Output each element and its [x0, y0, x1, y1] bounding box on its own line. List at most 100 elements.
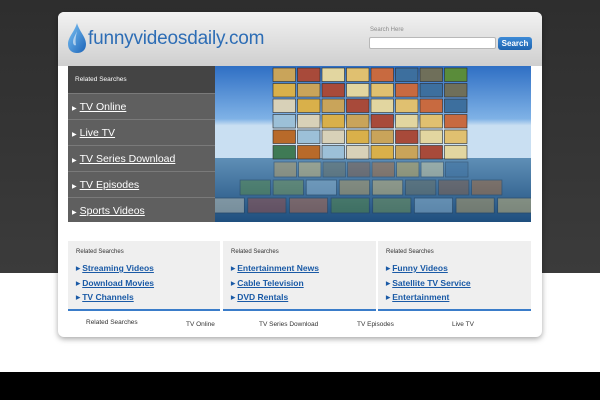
- hero-link-tv-online[interactable]: ▶ TV Online: [68, 93, 215, 119]
- reflection-tile: [497, 197, 531, 214]
- video-thumbnail: [321, 83, 345, 98]
- arrow-bullet-icon: ▶: [231, 295, 236, 301]
- reflection-tile: [215, 197, 245, 214]
- hero-link-tv-episodes[interactable]: ▶ TV Episodes: [68, 171, 215, 197]
- hero-section-title: Related Searches: [68, 66, 215, 93]
- video-thumbnail: [444, 98, 468, 113]
- link-label: Entertainment News: [237, 263, 319, 273]
- link-dvd-rentals[interactable]: ▶ DVD Rentals: [231, 290, 376, 305]
- search-input[interactable]: [369, 37, 496, 49]
- hero-link-live-tv[interactable]: ▶ Live TV: [68, 119, 215, 145]
- reflection-tile: [413, 197, 454, 214]
- arrow-bullet-icon: ▶: [386, 266, 391, 272]
- reflection-tile: [420, 161, 444, 178]
- reflection-tile: [455, 197, 495, 214]
- link-label: Cable Television: [237, 277, 304, 288]
- related-column-3: Related Searches ▶ Funny Videos ▶ Satellit…: [378, 241, 531, 311]
- video-thumbnail: [346, 114, 370, 129]
- hero-link-tv-series-download[interactable]: ▶ TV Series Download: [68, 145, 215, 171]
- video-thumbnail: [297, 67, 321, 82]
- video-thumbnail: [297, 98, 321, 113]
- reflection-tile: [347, 161, 371, 178]
- video-thumbnail: [370, 67, 394, 82]
- reflection-tile: [371, 179, 404, 196]
- video-thumbnail: [395, 67, 419, 82]
- video-thumbnail: [419, 83, 443, 98]
- link-tv-channels[interactable]: ▶ TV Channels: [76, 290, 220, 305]
- bottom-bar: [0, 372, 600, 400]
- reflection-tile: [247, 197, 287, 214]
- video-thumbnail: [419, 67, 443, 82]
- video-thumbnail: [321, 129, 345, 144]
- arrow-bullet-icon: ▶: [72, 184, 77, 190]
- video-thumbnail: [370, 98, 394, 113]
- video-thumbnail: [321, 67, 345, 82]
- search-label: Search Here: [370, 27, 404, 33]
- footer-link-live-tv[interactable]: Live TV: [452, 321, 474, 328]
- video-thumbnail: [346, 98, 370, 113]
- arrow-bullet-icon: ▶: [76, 280, 81, 287]
- video-thumbnail: [444, 145, 468, 160]
- reflection-tile: [338, 179, 371, 196]
- arrow-bullet-icon: ▶: [72, 158, 77, 164]
- reflection-tile: [289, 197, 329, 214]
- column-title: Related Searches: [231, 249, 279, 255]
- video-thumbnail: [272, 83, 296, 98]
- link-label: TV Channels: [82, 292, 134, 302]
- link-label: Satellite TV Service: [392, 277, 471, 288]
- link-label: Entertainment: [392, 292, 450, 302]
- reflection-tile: [445, 161, 469, 178]
- video-thumbnail: [419, 98, 443, 113]
- arrow-bullet-icon: ▶: [72, 132, 77, 138]
- link-download-movies[interactable]: ▶ Download Movies: [76, 276, 220, 291]
- video-thumbnail: [297, 114, 321, 129]
- link-funny-videos[interactable]: ▶ Funny Videos: [386, 261, 531, 276]
- reflection-tile: [322, 161, 346, 178]
- video-thumbnail: [272, 114, 296, 129]
- link-entertainment[interactable]: ▶ Entertainment: [386, 290, 531, 305]
- video-thumbnail: [395, 114, 419, 129]
- footer-link-tv-episodes[interactable]: TV Episodes: [357, 321, 394, 328]
- arrow-bullet-icon: ▶: [386, 280, 391, 287]
- video-thumbnail: [444, 129, 468, 144]
- column-title: Related Searches: [386, 249, 434, 255]
- arrow-bullet-icon: ▶: [76, 266, 81, 272]
- video-thumbnail: [346, 129, 370, 144]
- video-thumbnail: [346, 83, 370, 98]
- reflection-tile: [371, 161, 395, 178]
- video-thumbnail: [395, 145, 419, 160]
- footer-link-tv-online[interactable]: TV Online: [186, 321, 215, 328]
- reflection-tile: [438, 179, 470, 196]
- site-logo-text[interactable]: funnyvideosdaily.com: [88, 28, 264, 50]
- reflection-tile: [239, 179, 271, 196]
- footer-title: Related Searches: [86, 319, 138, 326]
- hero-related-searches: Related Searches ▶ TV Online ▶ Live TV ▶ TV…: [68, 66, 215, 222]
- video-thumbnail: [272, 129, 296, 144]
- hero-video-wall-image: [215, 66, 531, 222]
- search-button[interactable]: Search: [498, 37, 532, 50]
- footer-links: Related Searches TV Online TV Series Dow…: [68, 312, 531, 334]
- footer-link-tv-series-download[interactable]: TV Series Download: [259, 321, 318, 328]
- link-entertainment-news[interactable]: ▶ Entertainment News: [231, 261, 376, 276]
- hero-link-sports-videos[interactable]: ▶ Sports Videos: [68, 197, 215, 223]
- reflection-tile: [305, 179, 337, 196]
- reflection-tile: [471, 179, 503, 196]
- reflection-tile: [405, 179, 437, 196]
- reflection-tile: [272, 179, 304, 196]
- video-thumbnail: [321, 98, 345, 113]
- video-thumbnail: [419, 114, 443, 129]
- video-thumbnail: [370, 145, 394, 160]
- video-thumbnail: [444, 67, 468, 82]
- link-cable-television[interactable]: ▶ Cable Television: [231, 276, 376, 291]
- video-thumbnail: [395, 129, 419, 144]
- link-satellite-tv-service[interactable]: ▶ Satellite TV Service: [386, 276, 531, 291]
- video-thumbnail: [297, 129, 321, 144]
- arrow-bullet-icon: ▶: [76, 295, 81, 301]
- arrow-bullet-icon: ▶: [72, 210, 77, 216]
- hero-link-label: TV Series Download: [79, 153, 176, 165]
- arrow-bullet-icon: ▶: [72, 106, 77, 112]
- video-thumbnail: [321, 114, 345, 129]
- related-column-2: Related Searches ▶ Entertainment News ▶ Ca…: [223, 241, 376, 311]
- link-streaming-videos[interactable]: ▶ Streaming Videos: [76, 261, 220, 276]
- video-thumbnail: [272, 67, 296, 82]
